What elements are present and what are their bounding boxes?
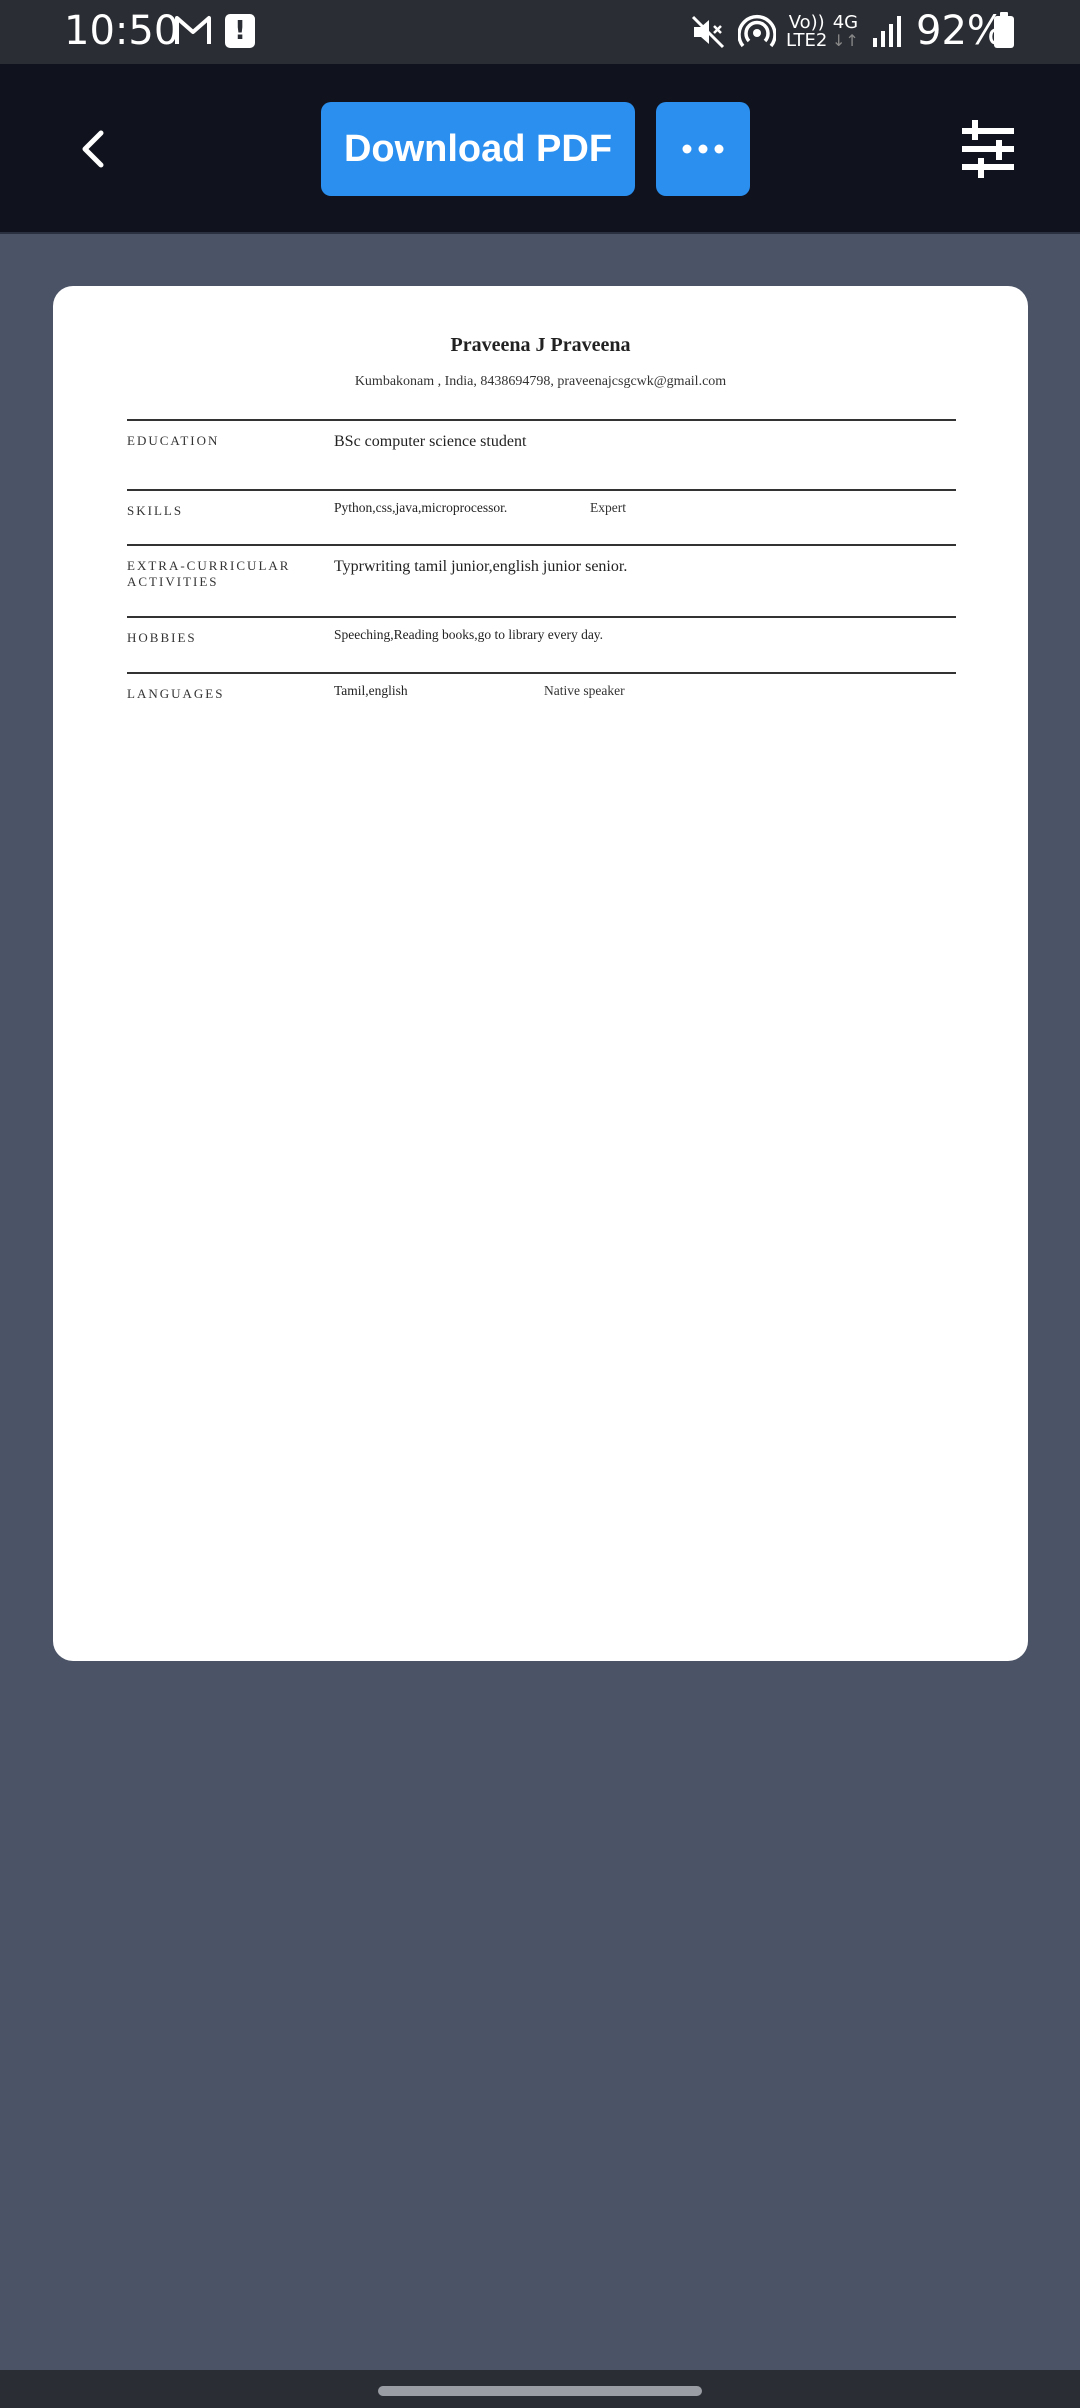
- section-label: EDUCATION: [127, 433, 220, 448]
- back-button[interactable]: [62, 119, 122, 179]
- volte-indicator: Vo)) LTE2: [786, 12, 828, 51]
- top-toolbar: Download PDF: [0, 64, 1080, 234]
- section-value: Tamil,english: [334, 683, 408, 698]
- skill-level: Expert: [590, 500, 626, 515]
- section-value: Typrwriting tamil junior,english junior …: [334, 558, 628, 575]
- resume-contact: Kumbakonam , India, 8438694798, praveena…: [354, 374, 727, 389]
- section-value: Speeching,Reading books,go to library ev…: [334, 627, 604, 642]
- home-indicator[interactable]: [378, 2386, 702, 2396]
- section-value: BSc computer science student: [334, 433, 527, 450]
- clock: 10:50: [64, 8, 180, 54]
- signal-icon: [872, 14, 904, 53]
- section-label: EXTRA-CURRICULAR ACTIVITIES: [127, 558, 291, 589]
- resume-preview: Praveena J Praveena Kumbakonam , India, …: [53, 286, 1028, 1661]
- mute-icon: [690, 14, 726, 55]
- hotspot-icon: [737, 14, 777, 55]
- filter-sliders-icon: [962, 120, 1014, 178]
- data-indicator: 4G ↓↑: [832, 12, 859, 50]
- language-level: Native speaker: [544, 683, 625, 698]
- gesture-nav-bar: [0, 2370, 1080, 2408]
- section-extracurricular: EXTRA-CURRICULAR ACTIVITIES Typrwriting …: [127, 544, 956, 616]
- section-languages: LANGUAGES Tamil,english Native speaker: [127, 672, 956, 722]
- section-skills: SKILLS Python,css,java,microprocessor. E…: [127, 489, 956, 544]
- alert-icon: !: [225, 14, 255, 48]
- section-label: LANGUAGES: [127, 686, 225, 701]
- status-bar: 10:50 ! Vo)) LTE2 4G ↓↑ 92%: [0, 0, 1080, 64]
- customize-button[interactable]: [958, 116, 1018, 182]
- section-hobbies: HOBBIES Speeching,Reading books,go to li…: [127, 616, 956, 672]
- gmail-icon: [174, 14, 212, 51]
- resume-name: Praveena J Praveena: [450, 334, 631, 356]
- section-value: Python,css,java,microprocessor.: [334, 500, 508, 515]
- section-label: SKILLS: [127, 503, 184, 518]
- section-education: EDUCATION BSc computer science student: [127, 419, 956, 489]
- battery-icon: [994, 12, 1014, 48]
- section-label: HOBBIES: [127, 630, 197, 645]
- download-pdf-button[interactable]: Download PDF: [321, 102, 635, 196]
- more-dots-icon: [682, 144, 724, 154]
- battery-percent: 92%: [916, 8, 1005, 54]
- back-arrow-icon: [82, 130, 104, 168]
- more-options-button[interactable]: [656, 102, 750, 196]
